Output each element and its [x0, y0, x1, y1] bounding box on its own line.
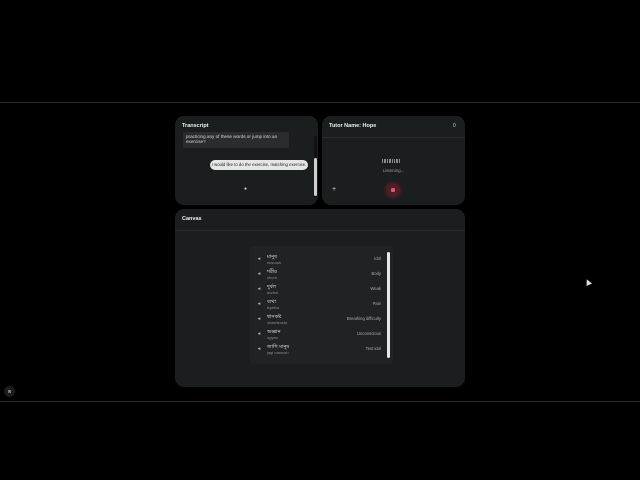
- english-meaning: Weak: [370, 286, 381, 291]
- speaker-icon[interactable]: 🔊︎: [258, 256, 261, 261]
- english-meaning: Idol: [374, 256, 381, 261]
- english-meaning: Test idol: [365, 346, 381, 351]
- speaker-icon[interactable]: 🔊︎: [258, 286, 261, 291]
- add-icon[interactable]: +: [332, 186, 336, 193]
- list-item: 🔊︎ অজ্ঞান ogyan Unconscious: [250, 328, 393, 343]
- english-meaning: Pain: [372, 301, 381, 306]
- list-item: 🔊︎ শ্বাসকষ্ট shashkosto Breathing diffic…: [250, 313, 393, 328]
- stop-recording-button[interactable]: [386, 183, 400, 197]
- scroll-down-icon[interactable]: ●: [244, 186, 247, 192]
- audio-waveform: [382, 159, 401, 163]
- list-item: 🔊︎ জাগি মানুষ jagi manush Test idol: [250, 343, 393, 358]
- speaker-icon[interactable]: 🔊︎: [258, 331, 261, 336]
- listening-status: Listening...: [382, 168, 405, 173]
- canvas-panel: Canvas 🔊︎ মানুষ manush Idol 🔊︎ শরীর shor…: [175, 209, 465, 387]
- transcript-scrollbar[interactable]: [314, 136, 317, 198]
- transliteration: shashkosto: [267, 320, 288, 325]
- transliteration: ogyan: [267, 335, 278, 340]
- transcript-scrollbar-thumb[interactable]: [314, 158, 317, 196]
- canvas-title: Canvas: [182, 216, 202, 222]
- transliteration: byatha: [267, 305, 280, 310]
- vocabulary-scrollbar[interactable]: [387, 252, 390, 358]
- list-item: 🔊︎ শরীর shorir Body: [250, 268, 393, 283]
- mouse-cursor-icon: [584, 278, 592, 286]
- tutor-title: Tutor Name: Hope: [329, 123, 377, 129]
- list-item: 🔊︎ ব্যথা byatha Pain: [250, 298, 393, 313]
- ai-message-bubble: practicing any of these words or jump in…: [183, 132, 289, 148]
- canvas-header-divider: [175, 230, 465, 231]
- tutor-header-divider: [322, 137, 465, 138]
- user-message-bubble: I would like to do the exercise, matchin…: [210, 160, 308, 170]
- list-item: 🔊︎ মানুষ manush Idol: [250, 253, 393, 268]
- speaker-icon[interactable]: 🔊︎: [258, 271, 261, 276]
- transcript-title: Transcript: [182, 123, 209, 129]
- top-divider: [0, 102, 640, 103]
- speaker-icon[interactable]: 🔊︎: [258, 301, 261, 306]
- tutor-panel: Tutor Name: Hope 0 Listening... +: [322, 116, 465, 205]
- transliteration: shorir: [267, 275, 278, 280]
- english-meaning: Body: [371, 271, 381, 276]
- transcript-panel: Transcript practicing any of these words…: [175, 116, 318, 205]
- transliteration: durbol: [267, 290, 279, 295]
- english-meaning: Breathing difficulty: [346, 316, 381, 321]
- list-item: 🔊︎ দুর্বল durbol Weak: [250, 283, 393, 298]
- vocabulary-list-card: 🔊︎ মানুষ manush Idol 🔊︎ শরীর shorir Body…: [250, 246, 393, 364]
- keyboard-shortcut-button[interactable]: ⌘: [4, 386, 15, 397]
- english-meaning: Unconscious: [357, 331, 381, 336]
- speaker-icon[interactable]: 🔊︎: [258, 316, 261, 321]
- mic-level-icon: 0: [453, 123, 456, 129]
- transliteration: manush: [267, 260, 282, 265]
- speaker-icon[interactable]: 🔊︎: [258, 346, 261, 351]
- transliteration: jagi manush: [267, 350, 289, 355]
- bottom-divider: [0, 401, 640, 402]
